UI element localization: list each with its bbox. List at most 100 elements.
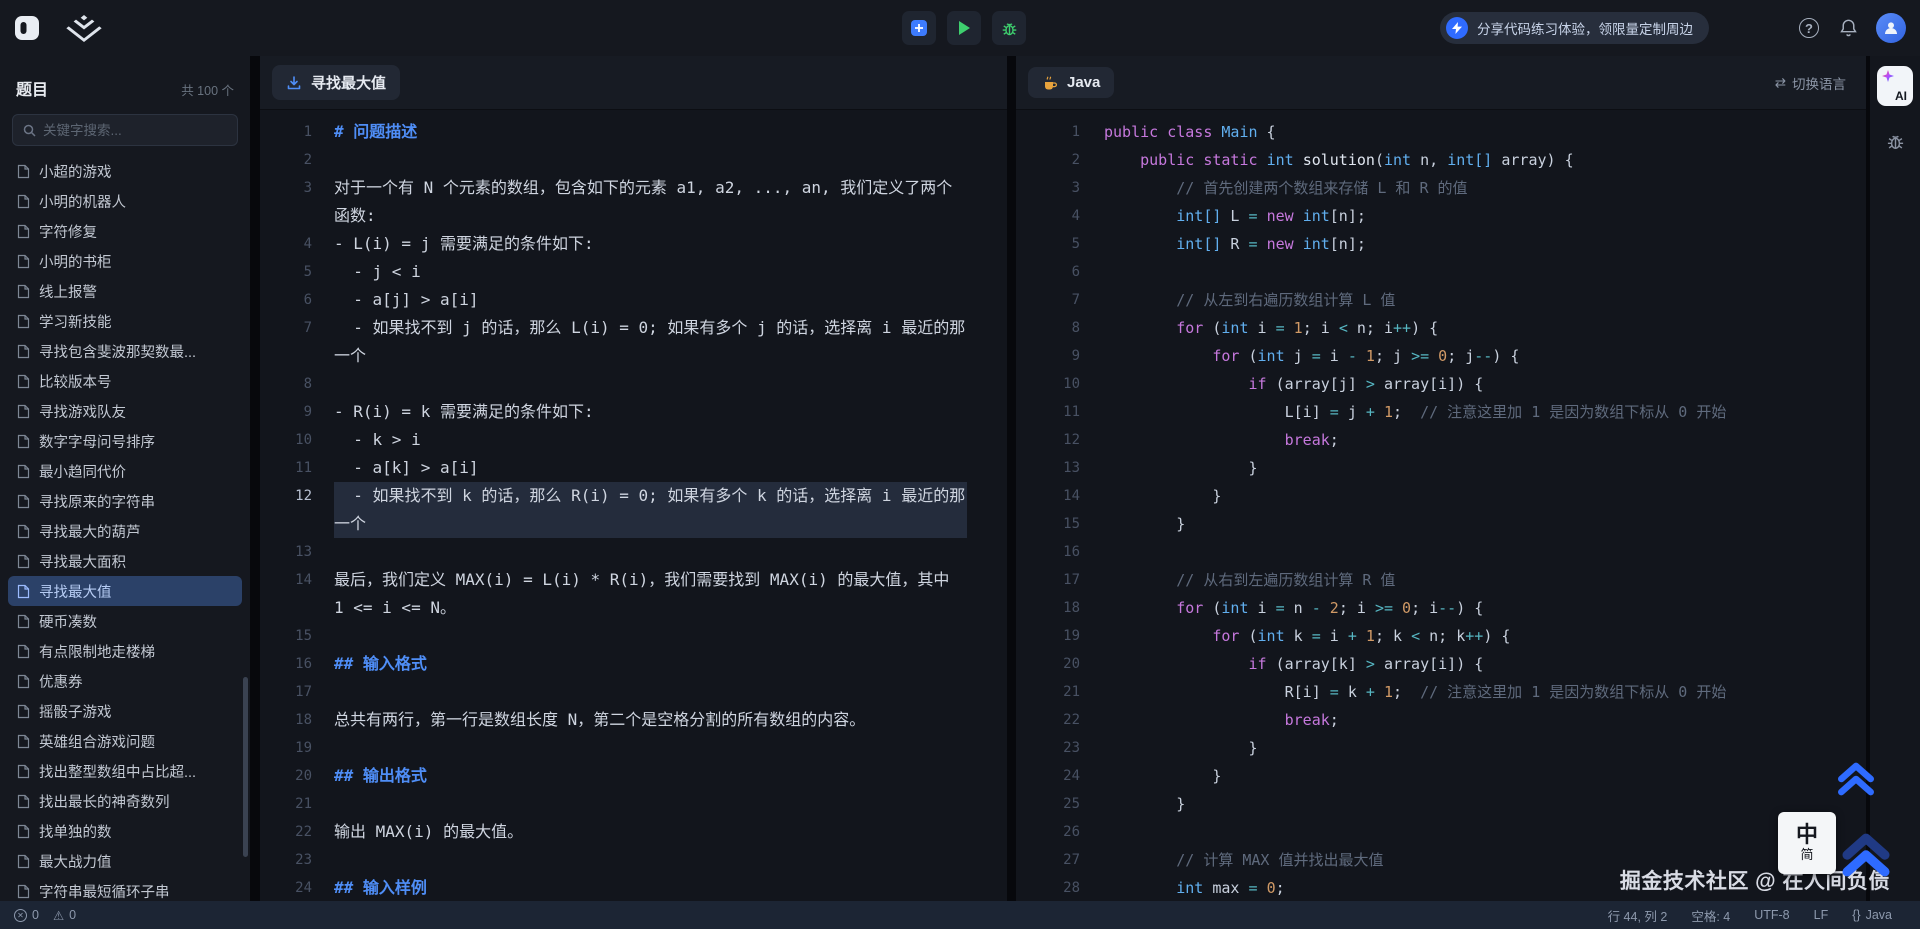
cursor-position[interactable]: 行 44, 列 2 [1608,906,1668,925]
code-line[interactable]: 12 break; [1016,426,1866,454]
sidebar-problem-item[interactable]: 比较版本号 [8,366,242,396]
sidebar-problem-item[interactable]: 找出最长的神奇数列 [8,786,242,816]
ime-indicator[interactable]: 中 简 [1778,812,1836,874]
problem-line[interactable]: 24## 输入样例 [260,874,1007,901]
search-input[interactable] [43,123,227,138]
code-line[interactable]: 15 } [1016,510,1866,538]
problem-line[interactable]: 6 - a[j] > a[i] [260,286,1007,314]
code-line[interactable]: 1public class Main { [1016,118,1866,146]
sidebar-problem-item[interactable]: 寻找游戏队友 [8,396,242,426]
debug-button[interactable] [992,11,1026,45]
code-line[interactable]: 5 int[] R = new int[n]; [1016,230,1866,258]
sidebar-problem-item[interactable]: 小明的机器人 [8,186,242,216]
problem-line[interactable]: 19 [260,734,1007,762]
problem-line[interactable]: 18总共有两行，第一行是数组长度 N，第二个是空格分割的所有数组的内容。 [260,706,1007,734]
sidebar-scrollbar[interactable] [243,677,248,857]
problem-editor-body[interactable]: 1# 问题描述23对于一个有 N 个元素的数组，包含如下的元素 a1, a2, … [260,110,1007,901]
sidebar-problem-item[interactable]: 摇骰子游戏 [8,696,242,726]
ai-assistant-button[interactable]: AI [1877,66,1913,106]
problem-line[interactable]: 21 [260,790,1007,818]
problem-line[interactable]: 8 [260,370,1007,398]
problem-line[interactable]: 5 - j < i [260,258,1007,286]
app-logo-icon[interactable] [14,15,40,41]
problem-line[interactable]: 7 - 如果找不到 j 的话，那么 L(i) = 0; 如果有多个 j 的话，选… [260,314,1007,370]
language-mode[interactable]: {} Java [1852,908,1892,922]
code-line[interactable]: 24 } [1016,762,1866,790]
problem-line[interactable]: 1# 问题描述 [260,118,1007,146]
code-line[interactable]: 3 // 首先创建两个数组来存储 L 和 R 的值 [1016,174,1866,202]
sidebar-problem-item[interactable]: 字符串最短循环子串 [8,876,242,901]
sidebar-problem-item[interactable]: 小超的游戏 [8,156,242,186]
problem-line[interactable]: 22输出 MAX(i) 的最大值。 [260,818,1007,846]
sidebar-problem-item[interactable]: 线上报警 [8,276,242,306]
code-line[interactable]: 9 for (int j = i - 1; j >= 0; j--) { [1016,342,1866,370]
code-line[interactable]: 21 R[i] = k + 1; // 注意这里加 1 是因为数组下标从 0 开… [1016,678,1866,706]
sidebar-problem-item[interactable]: 学习新技能 [8,306,242,336]
code-line[interactable]: 20 if (array[k] > array[i]) { [1016,650,1866,678]
problem-line[interactable]: 2 [260,146,1007,174]
code-line[interactable]: 16 [1016,538,1866,566]
sidebar-problem-item[interactable]: 寻找原来的字符串 [8,486,242,516]
sidebar-problem-item[interactable]: 寻找最大面积 [8,546,242,576]
problem-line[interactable]: 9- R(i) = k 需要满足的条件如下: [260,398,1007,426]
problem-line[interactable]: 13 [260,538,1007,566]
help-icon[interactable]: ? [1799,18,1819,38]
code-line[interactable]: 7 // 从左到右遍历数组计算 L 值 [1016,286,1866,314]
sidebar-problem-item[interactable]: 数字字母问号排序 [8,426,242,456]
sidebar-problem-item[interactable]: 小明的书柜 [8,246,242,276]
run-button[interactable] [947,11,981,45]
encoding[interactable]: UTF-8 [1754,908,1789,922]
problem-line[interactable]: 15 [260,622,1007,650]
feedback-bug-icon[interactable] [1886,132,1905,151]
code-line[interactable]: 4 int[] L = new int[n]; [1016,202,1866,230]
eol-setting[interactable]: LF [1814,908,1829,922]
notifications-bell-icon[interactable] [1839,18,1858,38]
sidebar-problem-item[interactable]: 最小趋同代价 [8,456,242,486]
sidebar-problem-item[interactable]: 找单独的数 [8,816,242,846]
sidebar-problem-item[interactable]: 最大战力值 [8,846,242,876]
code-line[interactable]: 11 L[i] = j + 1; // 注意这里加 1 是因为数组下标从 0 开… [1016,398,1866,426]
code-line[interactable]: 22 break; [1016,706,1866,734]
code-line[interactable]: 25 } [1016,790,1866,818]
sidebar-problem-item[interactable]: 找出整型数组中占比超... [8,756,242,786]
code-line[interactable]: 18 for (int i = n - 2; i >= 0; i--) { [1016,594,1866,622]
sidebar-problem-item[interactable]: 寻找包含斐波那契数最... [8,336,242,366]
sidebar-problem-item[interactable]: 寻找最大值 [8,576,242,606]
indent-setting[interactable]: 空格: 4 [1691,906,1730,925]
sidebar-problem-item[interactable]: 字符修复 [8,216,242,246]
problem-line[interactable]: 14最后，我们定义 MAX(i) = L(i) * R(i)，我们需要找到 MA… [260,566,1007,622]
promo-banner[interactable]: 分享代码练习体验，领限量定制周边 [1440,12,1709,44]
sidebar-problem-item[interactable]: 优惠券 [8,666,242,696]
problem-line[interactable]: 20## 输出格式 [260,762,1007,790]
code-line[interactable]: 19 for (int k = i + 1; k < n; k++) { [1016,622,1866,650]
user-avatar[interactable] [1876,13,1906,43]
code-editor-body[interactable]: 1public class Main {2 public static int … [1016,110,1866,901]
language-tab[interactable]: Java [1028,67,1114,98]
juejin-logo-icon[interactable] [66,15,102,42]
code-line[interactable]: 23 } [1016,734,1866,762]
problem-line[interactable]: 11 - a[k] > a[i] [260,454,1007,482]
problem-line[interactable]: 12 - 如果找不到 k 的话，那么 R(i) = 0; 如果有多个 k 的话，… [260,482,1007,538]
code-line[interactable]: 2 public static int solution(int n, int[… [1016,146,1866,174]
switch-language-button[interactable]: ⇄ 切换语言 [1775,73,1854,93]
sidebar-problem-item[interactable]: 有点限制地走楼梯 [8,636,242,666]
code-line[interactable]: 10 if (array[j] > array[i]) { [1016,370,1866,398]
code-line[interactable]: 14 } [1016,482,1866,510]
problem-line[interactable]: 23 [260,846,1007,874]
errors-indicator[interactable]: ✕ 0 [14,908,39,922]
problem-line[interactable]: 10 - k > i [260,426,1007,454]
problem-line[interactable]: 4- L(i) = j 需要满足的条件如下: [260,230,1007,258]
sidebar-problem-item[interactable]: 寻找最大的葫芦 [8,516,242,546]
warnings-indicator[interactable]: ⚠ 0 [53,908,76,923]
problem-line[interactable]: 17 [260,678,1007,706]
problem-tab[interactable]: 寻找最大值 [272,65,400,100]
code-line[interactable]: 17 // 从右到左遍历数组计算 R 值 [1016,566,1866,594]
code-line[interactable]: 8 for (int i = 1; i < n; i++) { [1016,314,1866,342]
code-line[interactable]: 26 [1016,818,1866,846]
sidebar-problem-item[interactable]: 硬币凑数 [8,606,242,636]
code-line[interactable]: 13 } [1016,454,1866,482]
sidebar-problem-item[interactable]: 英雄组合游戏问题 [8,726,242,756]
problem-line[interactable]: 16## 输入格式 [260,650,1007,678]
code-line[interactable]: 6 [1016,258,1866,286]
add-file-button[interactable] [902,11,936,45]
